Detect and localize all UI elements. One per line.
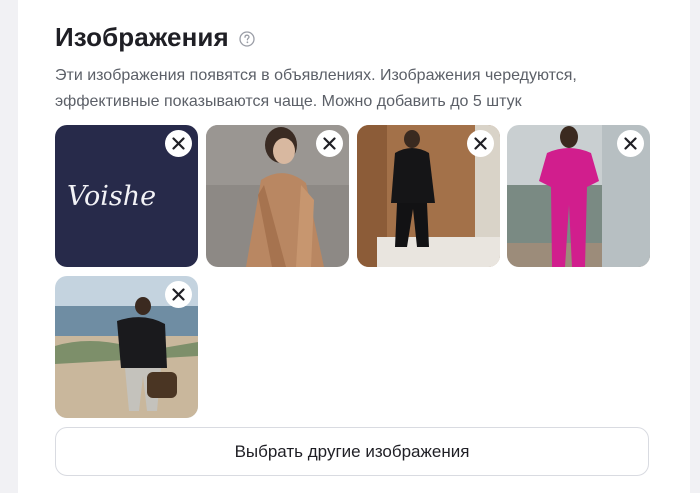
description-line-2: эффективные показываются чаще. Можно доб… [55,93,522,110]
close-icon [474,137,487,150]
choose-other-images-button[interactable]: Выбрать другие изображения [55,427,649,476]
beige-coat-photo-thumbnail[interactable] [206,125,349,267]
close-icon [323,137,336,150]
remove-image-button[interactable] [316,130,343,157]
remove-image-button[interactable] [467,130,494,157]
remove-image-button[interactable] [165,281,192,308]
section-header: Изображения [55,22,255,53]
images-section: Изображения Эти изображения появятся в о… [18,0,690,493]
description-line-1: Эти изображения появятся в объявлениях. … [55,67,577,84]
pink-suit-photo-thumbnail[interactable] [507,125,650,267]
remove-image-button[interactable] [617,130,644,157]
close-icon [172,288,185,301]
logo-image-thumbnail[interactable]: Voishe [55,125,198,267]
section-description: Эти изображения появятся в объявлениях. … [55,63,685,115]
black-outfit-photo-thumbnail[interactable] [357,125,500,267]
close-icon [624,137,637,150]
question-circle-icon[interactable] [239,31,255,47]
logo-text: Voishe [67,181,157,212]
close-icon [172,137,185,150]
beach-jacket-photo-thumbnail[interactable] [55,276,198,418]
remove-image-button[interactable] [165,130,192,157]
choose-other-images-label: Выбрать другие изображения [234,441,470,461]
section-title: Изображения [55,22,229,52]
